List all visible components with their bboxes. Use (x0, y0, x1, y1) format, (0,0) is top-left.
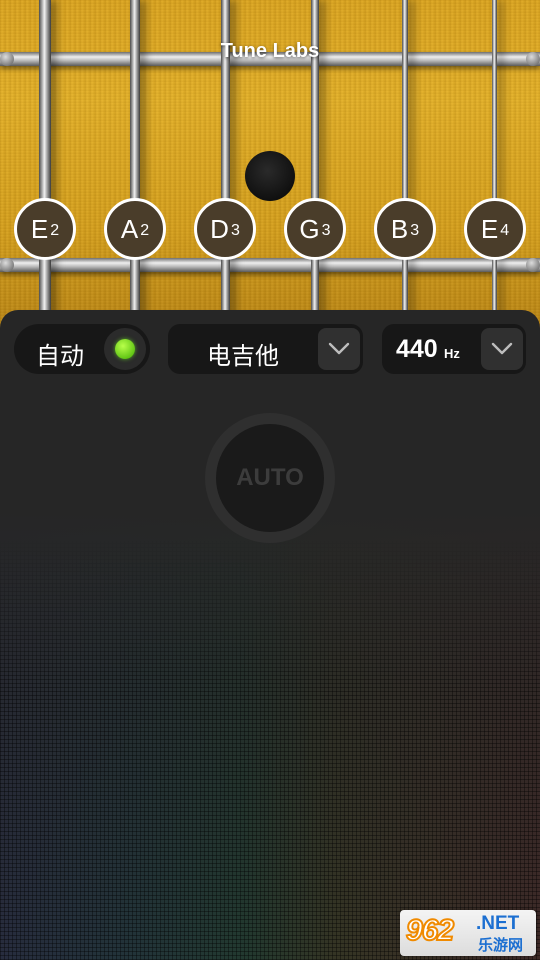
fret-end-cap (526, 258, 540, 272)
note-octave: 2 (140, 222, 150, 239)
watermark-suffix: .NET (476, 913, 520, 934)
string-note-button-b3[interactable]: B3 (374, 198, 436, 260)
watermark-number: 962 (405, 913, 455, 948)
instrument-selector[interactable]: 电吉他 (168, 324, 363, 374)
mode-indicator (104, 328, 146, 370)
site-watermark-logo: 962 .NET 乐游网 (400, 910, 536, 956)
chevron-down-icon (491, 342, 513, 355)
note-letter: B (390, 213, 409, 244)
string-note-button-e4[interactable]: E4 (464, 198, 526, 260)
fret-inlay-dot (245, 151, 295, 201)
string-note-button-g3[interactable]: G3 (284, 198, 346, 260)
auto-mode-toggle[interactable]: 自动 (14, 324, 150, 374)
note-letter: E (30, 213, 49, 244)
string-note-button-d3[interactable]: D3 (194, 198, 256, 260)
note-octave: 3 (321, 222, 331, 239)
mode-label: 自动 (36, 343, 84, 370)
app-title: Tune Labs (220, 40, 320, 62)
note-letter: D (210, 213, 229, 244)
note-octave: 4 (500, 222, 510, 239)
note-letter: E (480, 213, 499, 244)
string-note-button-a2[interactable]: A2 (104, 198, 166, 260)
frequency-unit: Hz (444, 346, 460, 361)
string-note-button-e2[interactable]: E2 (14, 198, 76, 260)
tuner-panel: 自动 电吉他 440 Hz AUTO (0, 310, 540, 960)
instrument-dropdown-button[interactable] (318, 328, 360, 370)
reference-frequency-selector[interactable]: 440 Hz (382, 324, 526, 374)
watermark-site-name: 乐游网 (478, 937, 524, 954)
auto-label: AUTO (236, 464, 304, 491)
frequency-dropdown-button[interactable] (481, 328, 523, 370)
fretboard: Tune Labs E2 A2 D3 G3 B3 E4 (0, 0, 540, 330)
chevron-down-icon (328, 342, 350, 355)
note-octave: 3 (230, 222, 240, 239)
frequency-value: 440 (396, 335, 438, 363)
instrument-label: 电吉他 (207, 343, 279, 370)
note-octave: 2 (50, 222, 60, 239)
green-led-icon (115, 339, 135, 359)
fret-end-cap (0, 258, 14, 272)
fret-bar (0, 258, 540, 272)
note-octave: 3 (410, 222, 420, 239)
auto-tune-face: AUTO (216, 424, 324, 532)
note-letter: G (299, 213, 320, 244)
auto-tune-button[interactable]: AUTO (205, 413, 335, 543)
note-letter: A (120, 213, 139, 244)
spectrum-grid (0, 540, 540, 960)
